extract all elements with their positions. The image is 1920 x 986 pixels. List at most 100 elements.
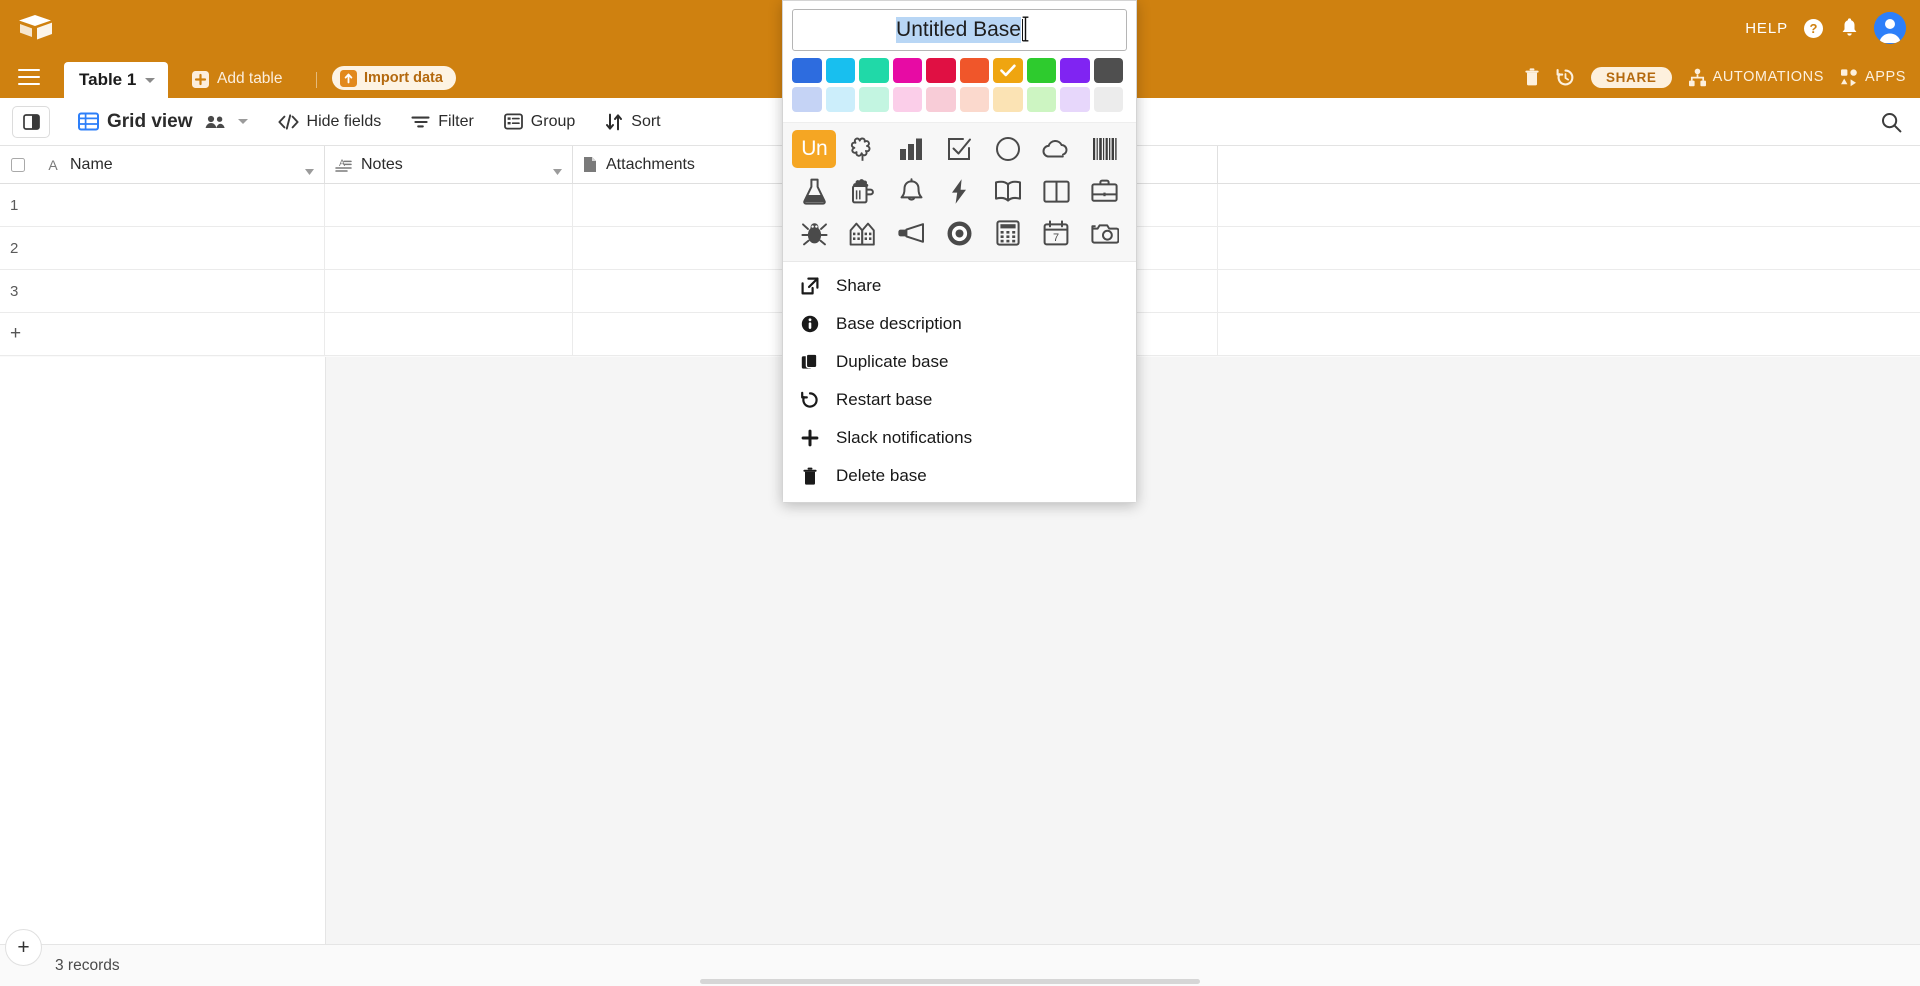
menu-item-share[interactable]: Share (783, 267, 1136, 305)
icon-option-checkbox-check[interactable] (937, 130, 981, 168)
add-row-cell[interactable] (35, 313, 325, 355)
app-logo[interactable] (12, 4, 60, 52)
sort-button[interactable]: Sort (605, 112, 661, 131)
color-swatch-green-light[interactable] (1026, 87, 1056, 112)
search-icon[interactable] (1881, 112, 1902, 138)
color-swatch-gray[interactable] (1093, 58, 1123, 83)
chevron-down-icon[interactable] (237, 119, 248, 124)
history-icon[interactable] (1556, 68, 1575, 87)
color-swatch-magenta-light[interactable] (892, 87, 922, 112)
lightning-bolt-icon (952, 178, 967, 204)
icon-option-circle[interactable] (986, 130, 1030, 168)
color-swatch-amber-light[interactable] (993, 87, 1023, 112)
tab-table-1[interactable]: Table 1 (64, 62, 169, 98)
bell-icon[interactable] (1838, 17, 1860, 39)
color-swatch-crimson[interactable] (926, 58, 956, 83)
select-all-checkbox[interactable] (0, 146, 35, 183)
color-swatch-green[interactable] (1026, 58, 1056, 83)
cell-notes[interactable] (325, 227, 573, 269)
icon-option-beer-mug[interactable] (840, 172, 884, 210)
filter-button[interactable]: Filter (411, 113, 474, 131)
add-row-cell[interactable] (325, 313, 573, 355)
color-swatch-amber-selected[interactable] (993, 58, 1023, 83)
menu-item-delete-base[interactable]: Delete base (783, 457, 1136, 495)
chevron-down-icon[interactable] (305, 162, 314, 180)
cell-name[interactable] (35, 270, 325, 312)
color-swatch-cyan[interactable] (825, 58, 855, 83)
color-swatch-blue[interactable] (792, 58, 822, 83)
icon-option-camera[interactable] (1083, 214, 1127, 252)
base-name-input[interactable]: Untitled Base (792, 9, 1127, 51)
automations-button[interactable]: AUTOMATIONS (1688, 68, 1824, 87)
color-swatch-orangered[interactable] (959, 58, 989, 83)
color-swatch-orangered-light[interactable] (959, 87, 989, 112)
calendar-day-label: 7 (1053, 232, 1059, 244)
icon-option-megaphone[interactable] (889, 214, 933, 252)
row-number: 1 (10, 196, 19, 214)
color-swatch-purple[interactable] (1060, 58, 1090, 83)
color-swatch-gray-light[interactable] (1093, 87, 1123, 112)
icon-option-calendar[interactable]: 7 (1034, 214, 1078, 252)
sidebar-toggle-button[interactable] (12, 105, 50, 138)
icon-option-cloud[interactable] (1034, 130, 1078, 168)
add-table-button[interactable]: Add table (192, 70, 283, 88)
icon-option-un-selected[interactable]: Un (792, 130, 837, 168)
column-header-notes[interactable]: A Notes (325, 146, 573, 183)
avatar[interactable] (1874, 12, 1906, 44)
people-group-icon[interactable] (205, 114, 226, 130)
icon-option-bell[interactable] (889, 172, 933, 210)
icon-option-lightning-bolt[interactable] (937, 172, 981, 210)
color-swatch-purple-light[interactable] (1060, 87, 1090, 112)
horizontal-scrollbar[interactable] (700, 979, 1200, 984)
question-circle-icon[interactable]: ? (1802, 17, 1824, 39)
icon-option-bar-chart[interactable] (889, 130, 933, 168)
icon-option-briefcase[interactable] (1083, 172, 1127, 210)
icon-option-asterisk-flower[interactable] (840, 130, 884, 168)
menu-item-slack-notifications[interactable]: Slack notifications (783, 419, 1136, 457)
help-label[interactable]: HELP (1745, 20, 1788, 37)
icon-option-barcode[interactable] (1083, 130, 1127, 168)
cell-notes[interactable] (325, 270, 573, 312)
add-record-button[interactable]: + (5, 929, 42, 966)
cloud-icon (1042, 140, 1068, 158)
buildings-icon (849, 222, 875, 246)
view-selector-grid-view[interactable]: Grid view (78, 111, 248, 133)
color-swatch-cyan-light[interactable] (825, 87, 855, 112)
icon-option-disc[interactable] (937, 214, 981, 252)
group-button[interactable]: Group (503, 112, 575, 131)
apps-button[interactable]: APPS (1840, 68, 1906, 87)
color-swatch-teal[interactable] (859, 58, 889, 83)
icon-option-flask[interactable] (792, 172, 836, 210)
trash-icon[interactable] (1524, 68, 1540, 86)
import-data-button[interactable]: Import data (332, 66, 456, 90)
chevron-down-icon[interactable] (553, 162, 562, 180)
menu-item-restart-base[interactable]: Restart base (783, 381, 1136, 419)
bug-icon (801, 223, 828, 246)
color-swatch-magenta[interactable] (892, 58, 922, 83)
icon-option-calculator[interactable] (986, 214, 1030, 252)
svg-text:A: A (48, 157, 58, 173)
cell-name[interactable] (35, 227, 325, 269)
icon-option-open-book[interactable] (986, 172, 1030, 210)
book-closed-icon (1043, 180, 1070, 203)
icon-option-book-closed[interactable] (1034, 172, 1078, 210)
group-icon (503, 113, 523, 130)
menu-item-base-description[interactable]: Base description (783, 305, 1136, 343)
share-button[interactable]: SHARE (1590, 66, 1672, 88)
menu-item-duplicate-base[interactable]: Duplicate base (783, 343, 1136, 381)
info-circle-icon (800, 315, 820, 333)
icon-option-bug[interactable] (792, 214, 836, 252)
color-swatch-crimson-light[interactable] (926, 87, 956, 112)
hamburger-menu-icon[interactable] (18, 67, 40, 87)
sort-label: Sort (631, 112, 661, 130)
plus-icon[interactable]: + (0, 313, 35, 355)
column-header-name[interactable]: A Name (35, 146, 325, 183)
cell-name[interactable] (35, 184, 325, 226)
color-swatch-blue-light[interactable] (792, 87, 822, 112)
chevron-down-icon[interactable] (145, 77, 156, 83)
text-ibeam-cursor-icon (1021, 16, 1030, 42)
cell-notes[interactable] (325, 184, 573, 226)
hide-fields-button[interactable]: Hide fields (277, 113, 381, 131)
color-swatch-teal-light[interactable] (859, 87, 889, 112)
icon-option-buildings[interactable] (840, 214, 884, 252)
